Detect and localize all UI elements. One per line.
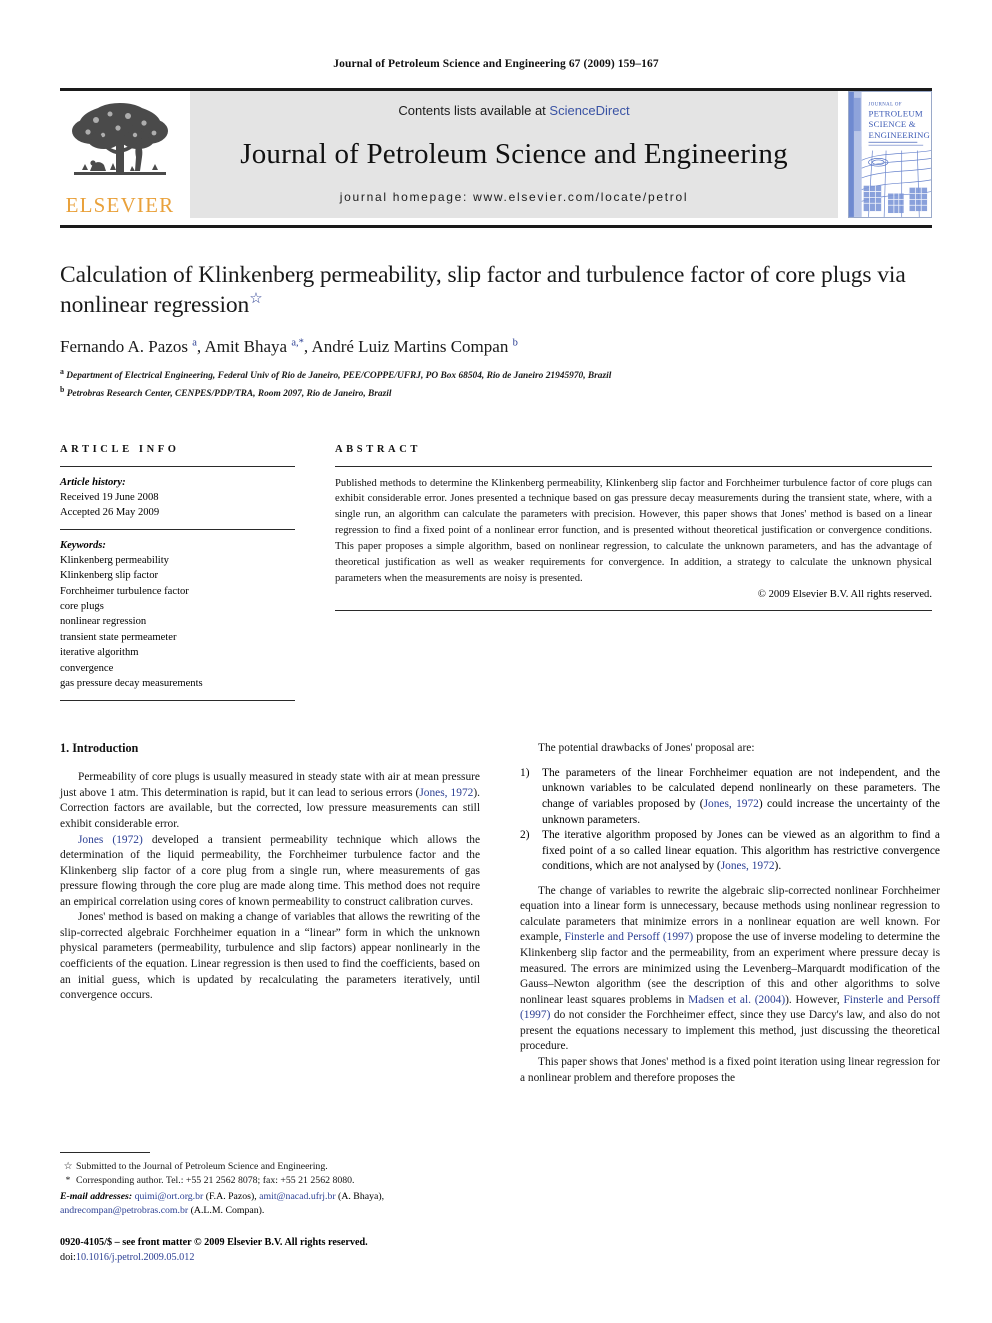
- keywords-label: Keywords:: [60, 539, 106, 551]
- list-item: 2) The iterative algorithm proposed by J…: [520, 828, 940, 875]
- abstract-text: Published methods to determine the Klink…: [335, 477, 932, 584]
- email-label: E-mail addresses:: [60, 1190, 133, 1202]
- journal-banner: Contents lists available at ScienceDirec…: [190, 91, 838, 218]
- running-head: Journal of Petroleum Science and Enginee…: [333, 58, 659, 70]
- body-paragraph: The change of variables to rewrite the a…: [520, 884, 940, 1053]
- svg-text:SCIENCE &: SCIENCE &: [869, 119, 916, 129]
- abstract-rule-bottom: [335, 609, 932, 611]
- list-marker: 2): [520, 829, 530, 842]
- citation-link[interactable]: Jones, 1972: [419, 787, 473, 799]
- keyword-item: transient state permeameter: [60, 631, 177, 643]
- doi-link[interactable]: 10.1016/j.petrol.2009.05.012: [76, 1252, 195, 1263]
- sciencedirect-link[interactable]: ScienceDirect: [549, 103, 629, 118]
- article-info-column: ARTICLE INFO Article history: Received 1…: [60, 444, 295, 702]
- article-history-label: Article history:: [60, 476, 126, 488]
- list-marker: 1): [520, 766, 530, 779]
- citation-link[interactable]: Jones, 1972: [704, 798, 759, 810]
- footnote-title-note-text: Submitted to the Journal of Petroleum Sc…: [76, 1161, 328, 1173]
- list-text: The iterative algorithm proposed by Jone…: [542, 829, 940, 873]
- keyword-item: nonlinear regression: [60, 616, 147, 628]
- keyword-item: Klinkenberg slip factor: [60, 570, 159, 582]
- abstract-heading: ABSTRACT: [335, 443, 421, 455]
- body-paragraph: The potential drawbacks of Jones' propos…: [538, 742, 755, 755]
- article-title: Calculation of Klinkenberg permeability,…: [60, 262, 906, 319]
- body-paragraph: Jones' method is based on making a chang…: [60, 911, 480, 1002]
- journal-title: Journal of Petroleum Science and Enginee…: [240, 137, 788, 170]
- journal-masthead: ELSEVIER Contents lists available at Sci…: [60, 88, 932, 218]
- keyword-item: core plugs: [60, 601, 104, 613]
- elsevier-wordmark: ELSEVIER: [65, 193, 175, 217]
- issn-copyright-line: 0920-4105/$ – see front matter © 2009 El…: [60, 1236, 480, 1265]
- contents-prefix: Contents lists available at: [398, 103, 550, 118]
- svg-text:ENGINEERING: ENGINEERING: [869, 130, 931, 140]
- footnote-corresponding-text: Corresponding author. Tel.: +55 21 2562 …: [76, 1175, 355, 1187]
- body-paragraph: Permeability of core plugs is usually me…: [60, 771, 480, 830]
- footnote-asterisk-icon: *: [65, 1175, 71, 1187]
- page-title: Calculation of Klinkenberg permeability,…: [60, 260, 932, 320]
- affiliations: a Department of Electrical Engineering, …: [60, 366, 932, 401]
- svg-text:JOURNAL OF: JOURNAL OF: [869, 103, 902, 108]
- elsevier-tree-icon: [72, 103, 168, 175]
- affiliation-b: b Petrobras Research Center, CENPES/PDP/…: [60, 384, 932, 402]
- keyword-item: convergence: [60, 662, 114, 674]
- citation-link[interactable]: Jones (1972): [78, 834, 143, 846]
- cover-artwork: JOURNAL OF PETROLEUM SCIENCE & ENGINEERI…: [849, 92, 931, 217]
- elsevier-logo: ELSEVIER: [60, 91, 180, 218]
- title-footnote-star-icon[interactable]: ☆: [249, 291, 262, 307]
- keyword-item: gas pressure decay measurements: [60, 677, 203, 689]
- body-paragraph: Jones (1972) developed a transient perme…: [60, 833, 480, 908]
- body-right-column: The potential drawbacks of Jones' propos…: [520, 741, 940, 1086]
- email-link[interactable]: quimi@ort.org.br: [135, 1191, 204, 1202]
- contents-available-line: Contents lists available at ScienceDirec…: [398, 103, 629, 118]
- footnote-corresponding-author: * Corresponding author. Tel.: +55 21 256…: [60, 1174, 480, 1188]
- body-paragraph: This paper shows that Jones' method is a…: [520, 1055, 940, 1084]
- issn-text: 0920-4105/$ – see front matter © 2009 El…: [60, 1237, 368, 1249]
- email-link[interactable]: andrecompan@petrobras.com.br: [60, 1205, 188, 1216]
- email-link[interactable]: amit@nacad.ufrj.br: [259, 1191, 335, 1202]
- citation-link[interactable]: Madsen et al. (2004): [688, 994, 785, 1006]
- affiliation-mark-b: b: [60, 384, 65, 394]
- author-list: Fernando A. Pazos a, Amit Bhaya a,*, And…: [60, 337, 518, 357]
- info-rule-bottom: [60, 700, 295, 702]
- paper-page: Journal of Petroleum Science and Enginee…: [0, 0, 992, 1323]
- svg-text:PETROLEUM: PETROLEUM: [869, 108, 923, 118]
- keyword-item: Forchheimer turbulence factor: [60, 585, 189, 597]
- masthead-bottom-rule: [60, 225, 932, 228]
- citation-link[interactable]: Finsterle and Persoff (1997): [565, 931, 694, 943]
- abstract-column: ABSTRACT Published methods to determine …: [335, 444, 932, 702]
- footnote-star-icon: ☆: [63, 1161, 73, 1173]
- affiliation-mark-a: a: [60, 367, 64, 377]
- keywords-group: Keywords: Klinkenberg permeability Klink…: [60, 530, 295, 701]
- journal-homepage-link[interactable]: journal homepage: www.elsevier.com/locat…: [340, 190, 688, 204]
- keyword-item: iterative algorithm: [60, 647, 139, 659]
- citation-link[interactable]: Jones, 1972: [721, 860, 775, 872]
- history-accepted: Accepted 26 May 2009: [60, 506, 160, 518]
- info-abstract-block: ARTICLE INFO Article history: Received 1…: [60, 444, 932, 702]
- footnote-rule: [60, 1152, 150, 1154]
- article-body: 1. Introduction Permeability of core plu…: [60, 741, 940, 1086]
- history-received: Received 19 June 2008: [60, 491, 159, 503]
- article-history: Article history: Received 19 June 2008 A…: [60, 467, 295, 529]
- footnote-title-note: ☆ Submitted to the Journal of Petroleum …: [60, 1160, 480, 1174]
- section-heading-introduction: 1. Introduction: [60, 741, 139, 756]
- list-item: 1) The parameters of the linear Forchhei…: [520, 766, 940, 828]
- abstract-copyright: © 2009 Elsevier B.V. All rights reserved…: [757, 588, 932, 600]
- body-left-column: 1. Introduction Permeability of core plu…: [60, 741, 480, 1086]
- list-text: The parameters of the linear Forchheimer…: [542, 766, 940, 826]
- article-info-heading: ARTICLE INFO: [60, 443, 180, 455]
- affiliation-a: a Department of Electrical Engineering, …: [60, 366, 932, 384]
- doi-line: doi:10.1016/j.petrol.2009.05.012: [60, 1251, 480, 1265]
- footnote-block: ☆ Submitted to the Journal of Petroleum …: [60, 1152, 480, 1265]
- affiliation-text-a: Department of Electrical Engineering, Fe…: [66, 371, 612, 382]
- doi-label: doi:: [60, 1251, 76, 1263]
- drawbacks-list: 1) The parameters of the linear Forchhei…: [520, 766, 940, 875]
- affiliation-text-b: Petrobras Research Center, CENPES/PDP/TR…: [66, 388, 392, 399]
- footnote-emails: E-mail addresses: quimi@ort.org.br (F.A.…: [60, 1190, 480, 1218]
- journal-cover-thumbnail[interactable]: JOURNAL OF PETROLEUM SCIENCE & ENGINEERI…: [848, 91, 932, 218]
- keyword-item: Klinkenberg permeability: [60, 555, 169, 567]
